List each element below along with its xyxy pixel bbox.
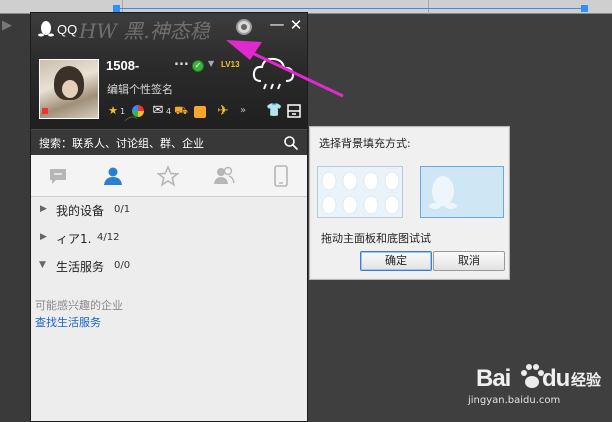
contacts-tab-icon[interactable] (102, 165, 124, 187)
skin-icon[interactable] (236, 19, 252, 35)
watermark-brand-tail: du (542, 365, 570, 392)
background-arrow-icon: ▶ (2, 18, 12, 33)
shirt-icon[interactable]: 👕 (266, 104, 282, 118)
background-fill-dialog: 选择背景填充方式: 拖动主面板和底图试试 确定 取消 (309, 126, 510, 280)
tab-bar (31, 155, 307, 197)
avatar-face (62, 80, 78, 98)
stretch-fill-option[interactable] (420, 166, 504, 218)
star-app-count: 1 (120, 107, 126, 116)
ok-button[interactable]: 确定 (360, 251, 432, 271)
level-badge[interactable]: LV13 (221, 60, 240, 69)
cancel-button[interactable]: 取消 (433, 251, 505, 271)
favorites-tab-icon[interactable] (157, 165, 179, 187)
qzone-icon[interactable] (132, 105, 144, 117)
selection-handle[interactable] (113, 5, 120, 12)
watermark-url: jingyan.baidu.com (468, 395, 561, 406)
group-name: ィア1. (56, 232, 92, 246)
qq-header: HW 黑.神态稳 ⌒ QQ — ✕ 1508- ... ✓ ▼ LV13 编辑个… (31, 13, 307, 133)
search-icon[interactable] (283, 135, 299, 151)
watermark-brand: Bai (476, 365, 511, 392)
chevron-right-icon: ▶ (40, 232, 47, 242)
status-dropdown-icon[interactable]: ▼ (208, 59, 214, 68)
groups-tab-icon[interactable] (213, 165, 235, 187)
phone-tab-icon[interactable] (270, 165, 292, 187)
avatar-status-dot (42, 108, 48, 114)
mail-icon[interactable]: ✉ (151, 104, 165, 118)
qq-penguin-icon (38, 21, 54, 37)
star-app-icon[interactable]: ★ (106, 104, 120, 118)
skin-scribble: HW 黑.神态稳 (79, 19, 210, 43)
paw-icon (521, 364, 544, 388)
online-status-icon[interactable]: ✓ (192, 60, 204, 72)
weather-cloud-icon[interactable] (251, 55, 297, 91)
dialog-title: 选择背景填充方式: (319, 137, 411, 150)
stretched-penguin-icon (429, 176, 457, 209)
maybe-interested-label: 可能感兴趣的企业 (35, 299, 123, 312)
chevron-right-icon: ▶ (40, 204, 47, 214)
group-count: 4/12 (97, 232, 120, 243)
mail-count: 4 (166, 107, 172, 116)
signature-field[interactable]: 编辑个性签名 (107, 81, 173, 97)
tile-fill-option[interactable] (317, 166, 403, 218)
find-service-link[interactable]: 查找生活服务 (35, 314, 101, 330)
background-left-panel (0, 14, 32, 422)
tiled-penguin-icon (321, 171, 400, 215)
close-icon[interactable]: ✕ (288, 16, 304, 34)
nickname-more: ... (174, 54, 189, 69)
chevron-down-icon: ▼ (39, 260, 46, 270)
group-count: 0/1 (114, 204, 131, 215)
selection-handle[interactable] (581, 5, 588, 12)
group-row-life-services[interactable]: ▼ 生活服务 0/0 (31, 255, 307, 277)
selection-line (116, 8, 588, 9)
search-input[interactable]: 搜索：联系人、讨论组、群、企业 (39, 135, 204, 151)
group-row-friends[interactable]: ▶ ィア1. 4/12 (31, 227, 307, 249)
minimize-icon[interactable]: — (269, 15, 285, 33)
app-box-icon[interactable] (287, 104, 301, 118)
search-bar[interactable]: 搜索：联系人、讨论组、群、企业 (31, 129, 307, 155)
qq-main-panel: HW 黑.神态稳 ⌒ QQ — ✕ 1508- ... ✓ ▼ LV13 编辑个… (30, 12, 308, 422)
group-row-my-devices[interactable]: ▶ 我的设备 0/1 (31, 199, 307, 221)
group-name: 生活服务 (56, 260, 105, 274)
group-count: 0/0 (114, 260, 131, 271)
wallet-icon[interactable] (194, 106, 206, 118)
sport-icon[interactable]: ✈ (216, 104, 230, 118)
nickname[interactable]: 1508- (106, 58, 139, 73)
background-toolbar-cell (428, 0, 488, 14)
group-name: 我的设备 (56, 204, 105, 218)
shop-cart-icon[interactable]: ⛟ (174, 104, 188, 118)
more-apps-icon[interactable]: » (236, 104, 250, 118)
chat-tab-icon[interactable] (47, 165, 69, 187)
watermark: Bai du 经验 jingyan.baidu.com (468, 357, 606, 413)
app-title: QQ (57, 22, 78, 37)
watermark-cn: 经验 (571, 371, 602, 389)
dialog-hint: 拖动主面板和底图试试 (321, 232, 431, 245)
avatar[interactable] (39, 59, 99, 119)
